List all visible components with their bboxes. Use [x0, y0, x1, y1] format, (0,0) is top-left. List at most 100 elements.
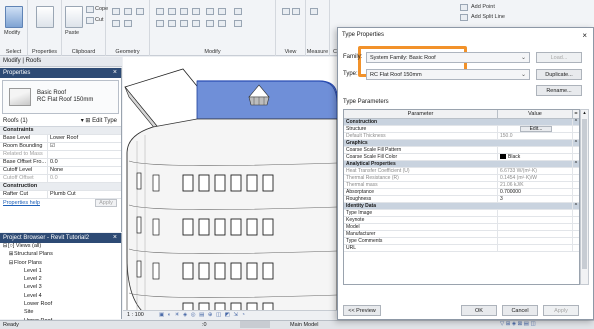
scale-icon[interactable]: [206, 20, 214, 27]
property-row[interactable]: Cutoff Level None: [0, 167, 121, 175]
close-icon[interactable]: ×: [113, 234, 117, 241]
value-column-header[interactable]: Value: [498, 110, 572, 118]
close-icon[interactable]: ×: [113, 69, 117, 76]
formula-cell[interactable]: [572, 154, 579, 160]
formula-cell[interactable]: [572, 245, 579, 251]
parameter-value-cell[interactable]: [498, 224, 572, 230]
instance-filter[interactable]: Roofs (1) ▾ ⊞ Edit Type: [0, 116, 121, 127]
parameter-value-cell[interactable]: [498, 238, 572, 244]
constraints-group-header[interactable]: Constraints: [0, 127, 121, 135]
parameter-row[interactable]: Thermal Resistance (R) 0.1454 (m²·K)/W: [344, 175, 579, 182]
parameter-row[interactable]: Type Image: [344, 210, 579, 217]
property-value[interactable]: Lower Roof: [48, 135, 121, 142]
rename-button[interactable]: Rename...: [536, 85, 582, 96]
select-dropdown[interactable]: Select: [0, 49, 27, 55]
property-row[interactable]: Cutoff Offset 0.0: [0, 175, 121, 183]
parameter-value-cell[interactable]: Black: [498, 154, 572, 160]
trim-icon[interactable]: [218, 8, 226, 15]
join-icon[interactable]: [112, 8, 120, 15]
preview-button[interactable]: << Preview: [343, 305, 381, 316]
hide-icon[interactable]: [282, 8, 290, 15]
parameter-row[interactable]: Thermal mass 21.06 kJ/K: [344, 182, 579, 189]
mirror-draw-icon[interactable]: [192, 8, 200, 15]
formula-cell[interactable]: [572, 126, 579, 132]
cancel-button[interactable]: Cancel: [502, 305, 538, 316]
parameter-group-header[interactable]: Graphics ⌃: [344, 140, 579, 147]
formula-cell[interactable]: [572, 196, 579, 202]
family-dropdown[interactable]: System Family: Basic Roof ⌄: [366, 52, 530, 63]
parameter-row[interactable]: Default Thickness 150.0: [344, 133, 579, 140]
measure-icon[interactable]: [310, 8, 318, 15]
construction-group-header[interactable]: Construction: [0, 183, 121, 191]
property-value[interactable]: 0.0: [48, 175, 121, 182]
model-label[interactable]: Main Model: [290, 322, 318, 328]
parameter-value-cell[interactable]: [498, 210, 572, 216]
align-icon[interactable]: [156, 8, 164, 15]
parameter-row[interactable]: Keynote: [344, 217, 579, 224]
parameter-value-cell[interactable]: Edit...: [498, 126, 572, 132]
formula-cell[interactable]: [572, 231, 579, 237]
collapse-icon[interactable]: ⌃: [572, 161, 579, 167]
paint-icon[interactable]: [124, 20, 132, 27]
parameter-group-header[interactable]: Identity Data ⌃: [344, 203, 579, 210]
view-control-icons[interactable]: ▣ ◐ ☀ ◈ ◎ ▤ ⊕ ◫ ◩ ⇲ ◔: [159, 312, 246, 318]
formula-cell[interactable]: [572, 175, 579, 181]
parameter-row[interactable]: Type Comments: [344, 238, 579, 245]
apply-button[interactable]: Apply: [543, 305, 579, 316]
parameter-value-cell[interactable]: 0.1454 (m²·K)/W: [498, 175, 572, 181]
type-dropdown[interactable]: RC Flat Roof 150mm ⌄: [366, 69, 530, 80]
property-value[interactable]: None: [48, 167, 121, 174]
parameter-row[interactable]: Roughness 3: [344, 196, 579, 203]
design-options-icon[interactable]: [240, 321, 270, 328]
building-model-drawing[interactable]: [123, 57, 338, 320]
browser-tree-item[interactable]: Level 3: [0, 284, 121, 292]
parameter-row[interactable]: Heat Transfer Coefficient (U) 6.6733 W/(m…: [344, 168, 579, 175]
property-row[interactable]: Rafter Cut Plumb Cut: [0, 191, 121, 199]
rotate-icon[interactable]: [180, 20, 188, 27]
workset-value[interactable]: :0: [202, 322, 207, 328]
structure-edit-button[interactable]: Edit...: [520, 126, 552, 132]
parameter-value-cell[interactable]: [498, 245, 572, 251]
cope-icon[interactable]: [86, 6, 94, 13]
parameter-value-cell[interactable]: 0.700000: [498, 189, 572, 195]
close-icon[interactable]: ×: [582, 31, 587, 40]
browser-tree-item[interactable]: ⊞Structural Plans: [0, 251, 121, 259]
parameter-row[interactable]: URL: [344, 245, 579, 252]
parameter-group-header[interactable]: Analytical Properties ⌃: [344, 161, 579, 168]
formula-cell[interactable]: [572, 238, 579, 244]
duplicate-button[interactable]: Duplicate...: [536, 69, 582, 80]
parameter-group-header[interactable]: Construction ⌃: [344, 119, 579, 126]
parameter-value-cell[interactable]: 150.0: [498, 133, 572, 139]
parameter-value-cell[interactable]: 6.6733 W/(m²·K): [498, 168, 572, 174]
override-icon[interactable]: [292, 8, 300, 15]
property-value[interactable]: ☑: [48, 143, 121, 150]
wall-joins-icon[interactable]: [136, 8, 144, 15]
parameter-value-cell[interactable]: 3: [498, 196, 572, 202]
formula-cell[interactable]: [572, 224, 579, 230]
collapse-icon[interactable]: ⌃: [572, 203, 579, 209]
browser-tree-item[interactable]: Level 1: [0, 268, 121, 276]
properties-help-link[interactable]: Properties help: [3, 200, 40, 206]
property-value[interactable]: 0.0: [48, 159, 121, 166]
parameter-row[interactable]: Coarse Scale Fill Color Black: [344, 154, 579, 161]
modify-tool-button[interactable]: [5, 6, 23, 28]
properties-button[interactable]: [36, 6, 54, 28]
ok-button[interactable]: OK: [461, 305, 497, 316]
formula-cell[interactable]: [572, 189, 579, 195]
browser-tree-item[interactable]: Level 2: [0, 276, 121, 284]
parameter-row[interactable]: Absorptance 0.700000: [344, 189, 579, 196]
parameter-column-header[interactable]: Parameter: [344, 110, 498, 118]
parameter-value-cell[interactable]: [498, 147, 572, 153]
formula-cell[interactable]: [572, 217, 579, 223]
add-point-label[interactable]: Add Point: [471, 4, 495, 10]
copy-icon[interactable]: [168, 20, 176, 27]
add-split-line-icon[interactable]: [460, 14, 468, 21]
load-button[interactable]: Load...: [536, 52, 582, 63]
parameter-value-cell[interactable]: 21.06 kJ/K: [498, 182, 572, 188]
paste-button[interactable]: [65, 6, 83, 28]
collapse-icon[interactable]: ⌃: [572, 140, 579, 146]
property-row[interactable]: Base Level Lower Roof: [0, 135, 121, 143]
edit-type-button[interactable]: ▾ ⊞ Edit Type: [81, 117, 117, 124]
property-value[interactable]: [48, 151, 121, 158]
scrollbar-thumb[interactable]: [582, 119, 587, 269]
